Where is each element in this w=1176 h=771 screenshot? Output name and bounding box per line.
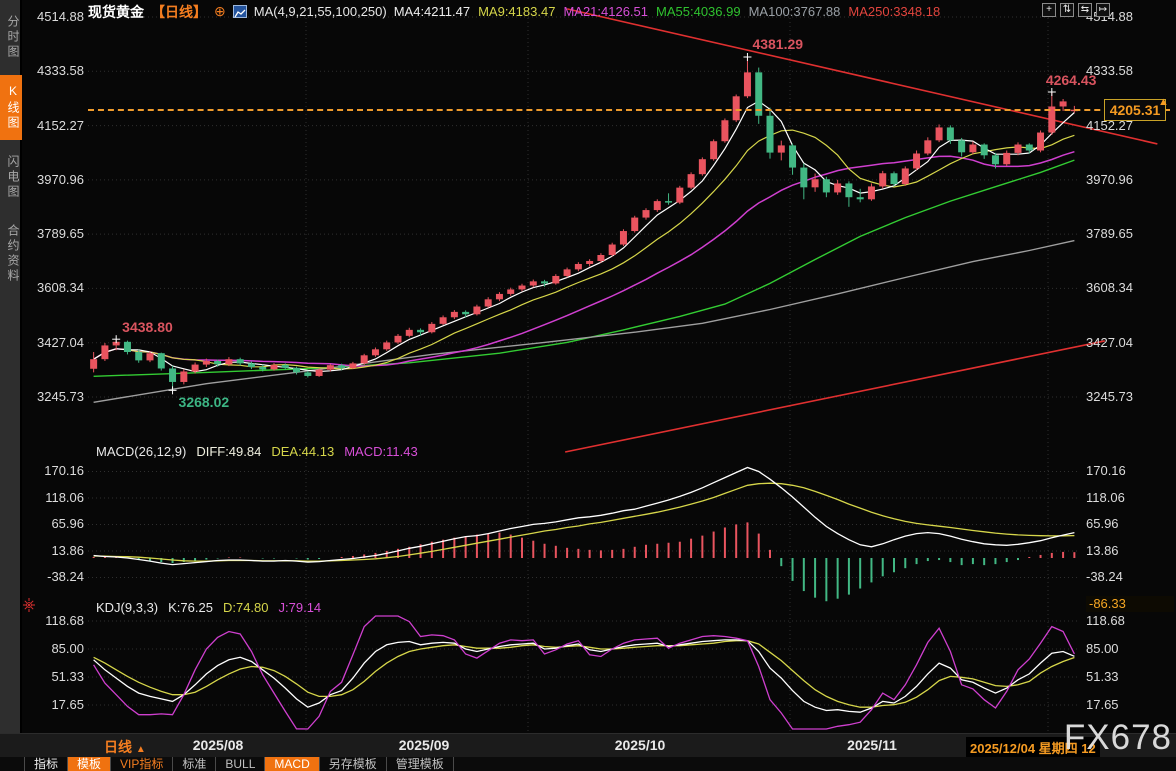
sidebar: 分时图 K线图闪电图合约资料 xyxy=(0,0,22,733)
export-tool-icon[interactable]: ↦ xyxy=(1096,3,1110,17)
dea-line xyxy=(94,483,1075,561)
brand-watermark: FX678 xyxy=(1064,718,1172,758)
x-axis-month-label: 2025/11 xyxy=(827,737,917,753)
axis-label: 13.86 xyxy=(1086,543,1174,559)
circle-plus-icon[interactable]: ⊕ xyxy=(214,5,226,18)
main-chart-canvas[interactable] xyxy=(0,0,1176,771)
toolbar-tab-active[interactable]: MACD xyxy=(265,757,319,771)
chart-tool-buttons: + ⇅ ⇆ ↦ xyxy=(1042,3,1110,17)
price-arrow-icon: ▲ xyxy=(1158,96,1169,108)
macd-dea-value: DEA:44.13 xyxy=(271,444,334,459)
candlestick-series xyxy=(90,57,1078,390)
ma21-line xyxy=(94,152,1075,366)
axis-label: 3427.04 xyxy=(1086,335,1174,351)
toolbar-tab-dim[interactable]: BULL xyxy=(216,757,265,771)
move-tool-icon[interactable]: + xyxy=(1042,3,1056,17)
axis-label: 85.00 xyxy=(1086,641,1174,657)
period-tag: 【日线】 xyxy=(151,2,207,22)
toolbar-tab-dim[interactable]: 另存模板 xyxy=(320,757,387,771)
extreme-cross-marker xyxy=(1048,88,1056,96)
kdj-panel xyxy=(94,616,1075,729)
macd-title: MACD(26,12,9) xyxy=(96,444,186,459)
period-selector[interactable]: 日线 ▲ xyxy=(104,737,146,757)
x-axis-month-label: 2025/09 xyxy=(379,737,469,753)
axis-label: 170.16 xyxy=(1086,463,1174,479)
macd-macd-value: MACD:11.43 xyxy=(344,444,417,459)
axis-label: 118.68 xyxy=(1086,613,1174,629)
macd-panel xyxy=(94,468,1075,602)
axis-label: 4333.58 xyxy=(1086,63,1174,79)
ma9-line xyxy=(94,130,1075,369)
ma-legend-value: MA100:3767.88 xyxy=(749,4,841,19)
axis-label: 51.33 xyxy=(1086,669,1174,685)
ma-legend-value: MA250:3348.18 xyxy=(848,4,940,19)
y-scale-tool-icon[interactable]: ⇅ xyxy=(1060,3,1074,17)
x-axis-month-label: 2025/08 xyxy=(173,737,263,753)
toolbar-tab-dim[interactable]: 管理模板 xyxy=(387,757,454,771)
time-axis-row: 日线 ▲ 2025/12/04 星期四 12 2025/082025/09202… xyxy=(0,733,1176,757)
ma-legend-value: MA9:4183.47 xyxy=(478,4,555,19)
price-annotation: 4264.43 xyxy=(1046,72,1097,88)
trading-chart-app: 分时图 K线图闪电图合约资料 现货黄金 【日线】 ⊕ MA(4,9,21,55,1… xyxy=(0,0,1176,771)
kdj-title: KDJ(9,3,3) xyxy=(96,600,158,615)
chart-style-icon[interactable] xyxy=(233,5,247,18)
toolbar-tab-plain[interactable]: 指标 xyxy=(24,757,68,771)
chart-header: 现货黄金 【日线】 ⊕ MA(4,9,21,55,100,250) MA4:42… xyxy=(88,3,948,20)
axis-label: 3970.96 xyxy=(1086,172,1174,188)
ma-legend: MA4:4211.47 MA9:4183.47 MA21:4126.51 MA55:4… xyxy=(394,3,948,21)
toolbar-tab-dim[interactable]: 标准 xyxy=(173,757,216,771)
sidebar-tab-active[interactable]: K线图 xyxy=(0,75,22,140)
axis-label: -86.33 xyxy=(1086,596,1174,612)
symbol-name: 现货黄金 xyxy=(88,2,144,22)
macd-header: MACD(26,12,9) DIFF:49.84 DEA:44.13 MACD:… xyxy=(96,444,418,459)
j-line xyxy=(94,616,1075,729)
gridlines xyxy=(88,10,1080,731)
k-line xyxy=(94,640,1075,712)
support-trendline xyxy=(565,341,1105,452)
chevron-up-icon: ▲ xyxy=(136,744,146,755)
axis-label: 65.96 xyxy=(1086,516,1174,532)
current-price-box: 4205.31 xyxy=(1104,99,1166,121)
ma-legend-value: MA4:4211.47 xyxy=(394,4,470,19)
axis-label: 17.65 xyxy=(1086,697,1174,713)
diff-line xyxy=(94,468,1075,565)
period-label: 日线 xyxy=(104,739,132,755)
sidebar-tab-item[interactable]: 闪电图 xyxy=(0,146,22,209)
current-price-line xyxy=(88,109,1170,111)
axis-label: 3608.34 xyxy=(1086,280,1174,296)
ma-settings-label: MA(4,9,21,55,100,250) xyxy=(254,4,387,19)
bottom-toolbar: 指标模板VIP指标标准BULLMACD另存模板管理模板 xyxy=(0,757,1176,771)
kdj-d-value: D:74.80 xyxy=(223,600,269,615)
ma-legend-value: MA21:4126.51 xyxy=(563,4,648,19)
kdj-j-value: J:79.14 xyxy=(279,600,322,615)
extreme-cross-marker xyxy=(169,386,177,394)
axis-label: 3245.73 xyxy=(1086,389,1174,405)
sidebar-tab-item[interactable]: 分时图 xyxy=(0,6,22,69)
macd-diff-value: DIFF:49.84 xyxy=(196,444,261,459)
x-axis-month-label: 2025/10 xyxy=(595,737,685,753)
extreme-cross-marker xyxy=(743,53,751,61)
toolbar-tab-active[interactable]: 模板 xyxy=(68,757,111,771)
indicator-alert-icon[interactable] xyxy=(22,597,36,618)
axis-label: -38.24 xyxy=(1086,569,1174,585)
kdj-header: KDJ(9,3,3) K:76.25 D:74.80 J:79.14 xyxy=(96,600,321,615)
toolbar-tab-vip[interactable]: VIP指标 xyxy=(111,757,173,771)
price-annotation: 3268.02 xyxy=(179,394,230,410)
price-annotation: 4381.29 xyxy=(752,36,803,52)
price-annotation: 3438.80 xyxy=(122,319,173,335)
x-scale-tool-icon[interactable]: ⇆ xyxy=(1078,3,1092,17)
axis-label: 118.06 xyxy=(1086,490,1174,506)
ma55-line xyxy=(94,160,1075,376)
kdj-k-value: K:76.25 xyxy=(168,600,213,615)
ma-legend-value: MA55:4036.99 xyxy=(656,4,741,19)
sidebar-tab-item[interactable]: 合约资料 xyxy=(0,215,22,293)
axis-label: 3789.65 xyxy=(1086,226,1174,242)
